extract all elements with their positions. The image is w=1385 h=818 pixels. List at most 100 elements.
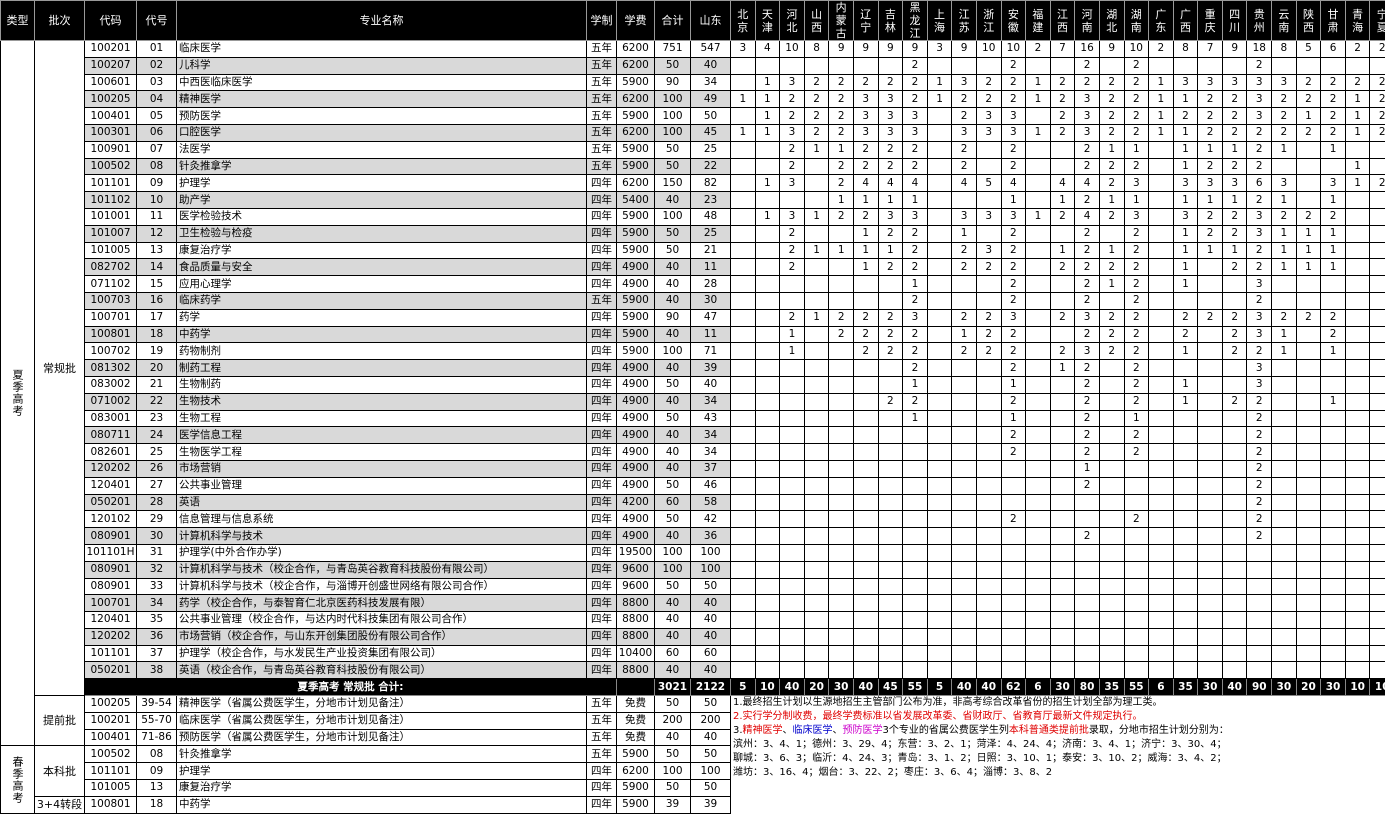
province-cell — [1320, 510, 1346, 529]
province-cell — [926, 611, 953, 629]
province-cell — [1369, 594, 1385, 613]
code-cell: 100601 — [84, 73, 137, 92]
province-cell — [926, 241, 953, 260]
province-cell: 2 — [803, 107, 830, 125]
province-cell: 1 — [1295, 258, 1322, 277]
province-cell: 3 — [877, 207, 904, 226]
province-cell: 9 — [852, 40, 879, 58]
province-cell — [951, 409, 977, 428]
province-cell — [803, 342, 830, 361]
num-cell: 09 — [136, 762, 177, 781]
province-cell — [1221, 476, 1248, 495]
province-cell — [803, 510, 830, 529]
province-cell: 1 — [754, 90, 781, 109]
province-cell — [1098, 594, 1125, 613]
province-cell — [730, 459, 756, 478]
province-cell: 3 — [902, 123, 928, 142]
province-cell: 1 — [1148, 90, 1174, 109]
province-cell — [926, 627, 953, 646]
shandong-cell: 47 — [690, 308, 731, 327]
province-cell: 1 — [852, 241, 879, 260]
major-name: 信息管理与信息系统 — [176, 510, 587, 529]
province-cell — [1320, 594, 1346, 613]
shandong-cell: 36 — [690, 527, 731, 545]
total-cell: 50 — [654, 224, 691, 243]
province-cell: 1 — [902, 275, 928, 293]
code-cell: 100502 — [84, 157, 137, 176]
col-province: 广西 — [1172, 0, 1199, 41]
province-cell: 2 — [902, 258, 928, 277]
province-cell — [1172, 644, 1199, 663]
province-cell — [1025, 510, 1051, 529]
province-cell — [779, 527, 805, 545]
province-cell — [1098, 392, 1125, 411]
province-cell — [1049, 493, 1076, 512]
header-row: 类型 批次 代码 代号 专业名称 学制 学费 合计 山东 北京 天津 河北 山西 内蒙古… — [0, 0, 1385, 41]
province-cell: 2 — [1172, 325, 1199, 344]
num-cell: 25 — [136, 443, 177, 461]
code-cell: 101101 — [84, 174, 137, 193]
shandong-cell: 46 — [690, 476, 731, 495]
province-cell — [975, 611, 1002, 629]
province-cell — [1025, 392, 1051, 411]
province-cell — [1344, 611, 1371, 629]
province-cell — [1098, 510, 1125, 529]
province-cell: 2 — [779, 90, 805, 109]
col-province: 浙江 — [975, 0, 1002, 41]
province-cell — [1197, 594, 1223, 613]
province-cell — [1197, 392, 1223, 411]
fee-cell: 4900 — [616, 443, 655, 461]
province-cell — [730, 258, 756, 277]
province-cell — [1098, 409, 1125, 428]
province-cell — [975, 493, 1002, 512]
province-cell: 3 — [1197, 73, 1223, 92]
total-cell: 100 — [654, 342, 691, 361]
province-cell — [902, 459, 928, 478]
province-cell — [1344, 644, 1371, 663]
province-cell — [1172, 510, 1199, 529]
major-name: 精神医学（省属公费医学生，分地市计划见备注） — [176, 695, 587, 713]
code-cell: 081302 — [84, 359, 137, 377]
province-cell: 1 — [1172, 241, 1199, 260]
province-cell: 7 — [1197, 40, 1223, 58]
years-cell: 四年 — [586, 375, 617, 394]
shandong-cell: 40 — [690, 728, 731, 747]
province-cell — [1369, 325, 1385, 344]
province-cell: 3 — [1000, 207, 1027, 226]
province-cell — [1369, 459, 1385, 478]
province-cell — [1320, 493, 1346, 512]
province-cell — [1295, 392, 1322, 411]
province-cell: 1 — [1271, 325, 1297, 344]
province-cell: 3 — [1246, 73, 1273, 92]
province-cell: 2 — [852, 342, 879, 361]
summary-province: 55 — [1123, 678, 1150, 697]
province-cell — [779, 275, 805, 293]
province-cell — [877, 426, 904, 445]
province-cell: 8 — [1271, 40, 1297, 58]
province-cell — [1074, 543, 1100, 562]
province-cell — [1295, 459, 1322, 478]
province-cell — [803, 611, 830, 629]
province-cell — [754, 224, 781, 243]
fee-cell: 5400 — [616, 191, 655, 209]
province-cell: 1 — [1172, 392, 1199, 411]
province-cell — [975, 577, 1002, 596]
province-cell — [1148, 644, 1174, 663]
province-cell: 1 — [877, 241, 904, 260]
province-cell: 2 — [1221, 224, 1248, 243]
province-cell: 4 — [1000, 174, 1027, 193]
province-cell — [951, 510, 977, 529]
province-cell — [975, 392, 1002, 411]
code-cell: 071002 — [84, 392, 137, 411]
major-name: 生物医学工程 — [176, 443, 587, 461]
province-cell: 1 — [1344, 157, 1371, 176]
province-cell — [877, 627, 904, 646]
province-cell: 2 — [1295, 123, 1322, 142]
province-cell: 2 — [1098, 308, 1125, 327]
table-row: 101007 12 卫生检验与检疫 四年 5900 50 25 2 1 2 2 1 2 2 2 1 2 2 3 1 1 1 — [1, 224, 1385, 243]
table-row: 071102 15 应用心理学 四年 4900 40 28 1 2 2 1 2 1 3 — [1, 275, 1385, 293]
province-cell: 1 — [1172, 224, 1199, 243]
col-total: 合计 — [654, 0, 691, 41]
code-cell: 082601 — [84, 443, 137, 461]
province-cell — [975, 157, 1002, 176]
